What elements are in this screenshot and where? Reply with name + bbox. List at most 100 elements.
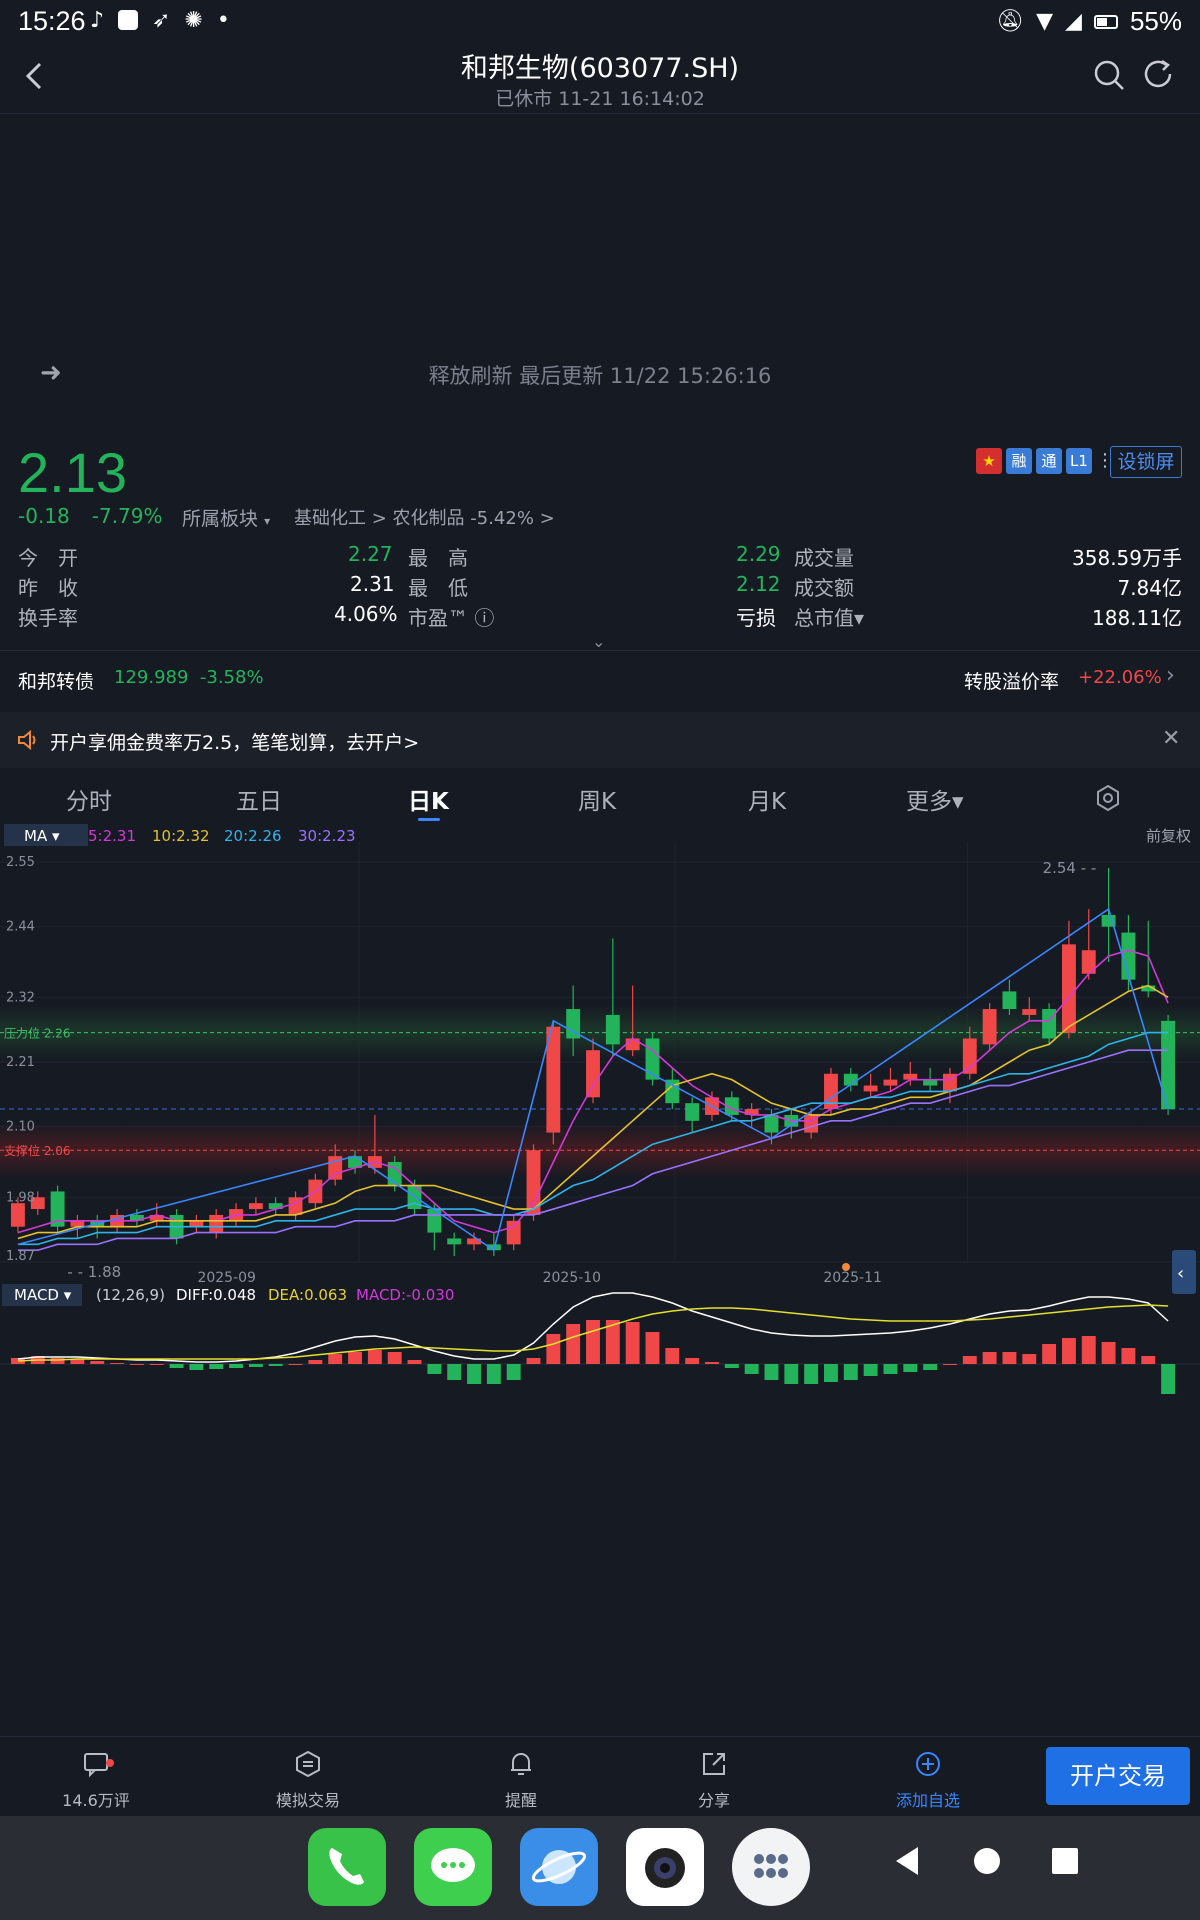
macd-bar [308, 1360, 323, 1364]
convertible-bond-row[interactable]: 和邦转债 129.989 -3.58% 转股溢价率 +22.06% › [0, 650, 1200, 702]
candle-body [248, 1203, 263, 1210]
search-icon[interactable] [1090, 56, 1128, 94]
nav-sim-trade-label: 模拟交易 [275, 1791, 340, 1810]
open-account-trade-button[interactable]: 开户交易 [1046, 1747, 1190, 1805]
prev-close-value: 2.31 [350, 572, 395, 596]
browser-app-icon[interactable] [520, 1828, 598, 1906]
x-tick-label: 2025-10 [543, 1270, 602, 1286]
system-home-icon[interactable] [972, 1844, 1002, 1878]
price-change: -0.18 -7.79% [18, 504, 163, 528]
tab-intraday[interactable]: 分时 [66, 782, 112, 816]
candle-body [764, 1114, 779, 1133]
change-value: -0.18 [18, 504, 70, 528]
adjust-label[interactable]: 前复权 [1146, 827, 1191, 845]
sector-path-link[interactable]: 基础化工 > 农化制品 -5.42% > [294, 504, 555, 530]
promo-text: 开户享佣金费率万2.5，笔笔划算，去开户> [50, 732, 420, 754]
macd-bar [625, 1322, 640, 1364]
candle-body [10, 1203, 25, 1227]
macd-bar [248, 1364, 263, 1367]
nav-add-watchlist[interactable]: 添加自选 [868, 1749, 988, 1811]
macd-bar [982, 1352, 997, 1364]
ma10-legend: 10:2.32 [152, 827, 210, 845]
candle-body [70, 1220, 85, 1227]
y-tick-label: 1.98 [6, 1190, 35, 1205]
quote-row: 今 开 2.27 最 高 2.29 成交量 358.59万手 [18, 542, 1182, 572]
tab-weekly-k[interactable]: 周K [578, 782, 616, 816]
candle-body [1061, 944, 1076, 1033]
pe-value: 亏损 [736, 606, 776, 630]
candle-body [982, 1009, 997, 1045]
macd-bar [665, 1348, 680, 1364]
macd-bar [526, 1358, 541, 1364]
macd-bar [943, 1364, 957, 1365]
macd-bar [685, 1358, 700, 1364]
macd-diff: DIFF:0.048 [176, 1286, 256, 1304]
macd-bar [784, 1364, 799, 1384]
system-recents-icon[interactable] [1050, 1844, 1080, 1878]
market-status: 已休市 11-21 16:14:02 [495, 88, 705, 110]
tab-daily-k[interactable]: 日K [408, 782, 449, 816]
cb-price: 129.989 -3.58% [114, 667, 264, 688]
system-back-icon[interactable] [892, 1844, 922, 1878]
active-tab-indicator [418, 818, 440, 821]
market-cap-label[interactable]: 总市值▾ [794, 602, 864, 631]
tab-more[interactable]: 更多▾ [906, 782, 964, 816]
pe-label[interactable]: 市盈™ ⓘ [408, 602, 494, 631]
nav-alert[interactable]: 提醒 [461, 1749, 581, 1811]
y-tick-label: 2.21 [6, 1055, 35, 1070]
x-axis-labels: 2025-09 2025-10 2025-11 [197, 1263, 882, 1286]
macd-bar [1002, 1352, 1017, 1364]
candle-body [586, 1050, 600, 1098]
candle-body [1042, 1009, 1057, 1039]
macd-bar [50, 1358, 65, 1364]
app-drawer-icon[interactable] [732, 1828, 810, 1906]
macd-bar [387, 1352, 402, 1364]
promo-banner[interactable]: 开户享佣金费率万2.5，笔笔划算，去开户> ✕ [0, 712, 1200, 768]
x-tick-label: 2025-09 [197, 1270, 256, 1286]
system-dock [0, 1816, 1200, 1920]
macd-bar [1081, 1336, 1096, 1364]
nav-comments[interactable]: 14.6万评 [36, 1749, 156, 1811]
camera-app-icon[interactable] [626, 1828, 704, 1906]
ma-selector-label[interactable]: MA ▾ [24, 827, 60, 845]
chevron-right-icon: › [1166, 663, 1175, 688]
macd-bar [189, 1364, 204, 1370]
y-tick-label: 2.32 [6, 990, 35, 1005]
nav-sim-trade[interactable]: 模拟交易 [248, 1749, 368, 1811]
cb-premium-label: 转股溢价率 [964, 671, 1060, 693]
status-app-icons: ♪ ➶ ✺ • [90, 8, 230, 33]
messages-app-icon[interactable] [414, 1828, 492, 1906]
phone-app-icon[interactable] [308, 1828, 386, 1906]
macd-bar [169, 1364, 184, 1368]
macd-bar [209, 1364, 224, 1369]
macd-dea: DEA:0.063 [268, 1286, 347, 1304]
candle-body [506, 1220, 521, 1245]
ma5-legend: 5:2.31 [88, 827, 136, 845]
page-title: 和邦生物(603077.SH) [460, 53, 740, 84]
badge-margin: 融 [1006, 448, 1032, 474]
market-cap-value: 188.11亿 [1092, 606, 1182, 630]
mute-icon: 🔕︎ [996, 9, 1025, 34]
macd-selector-label[interactable]: MACD ▾ [14, 1286, 72, 1304]
refresh-icon[interactable] [1140, 56, 1178, 94]
status-right: 🔕︎ ▼ ◢ 55% [996, 6, 1182, 37]
macd-bar [407, 1360, 422, 1364]
nav-share-label: 分享 [697, 1791, 730, 1810]
macd-bar [427, 1364, 442, 1374]
macd-legend: MACD ▾ (12,26,9) DIFF:0.048 DEA:0.063 MA… [2, 1284, 454, 1306]
lock-screen-button[interactable]: 设锁屏 [1110, 446, 1182, 478]
macd-bar [1141, 1356, 1156, 1364]
macd-bar [883, 1364, 898, 1374]
feather-icon: ➶ [152, 8, 171, 33]
gear-icon[interactable] [1094, 784, 1122, 812]
kline-chart[interactable]: MA ▾ 5:2.31 10:2.32 20:2.26 30:2.23 前复权 … [0, 822, 1200, 1734]
expand-chevron-icon[interactable]: ⌄ [592, 632, 605, 651]
macd-bar [288, 1364, 303, 1365]
sector-dropdown[interactable]: 所属板块 ▾ [182, 504, 270, 531]
chevron-left-icon[interactable]: ‹ [1177, 1263, 1184, 1284]
tab-five-day[interactable]: 五日 [236, 782, 282, 816]
close-icon[interactable]: ✕ [1162, 726, 1180, 751]
nav-share[interactable]: 分享 [654, 1749, 774, 1811]
macd-bar [1161, 1364, 1176, 1394]
tab-monthly-k[interactable]: 月K [748, 782, 786, 816]
